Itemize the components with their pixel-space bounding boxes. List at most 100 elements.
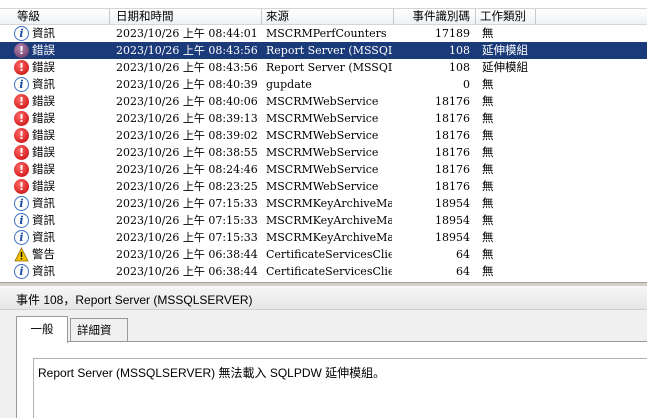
tab-general-content: Report Server (MSSQLSERVER) 無法載入 SQLPDW …: [16, 341, 647, 418]
tab-general[interactable]: 一般: [16, 316, 68, 343]
table-row[interactable]: i 資訊 2023/10/26 上午 07:15:33 MSCRMKeyArchive…: [0, 195, 647, 212]
table-row[interactable]: 警告 2023/10/26 上午 06:38:44 CertificateServi…: [0, 246, 647, 263]
event-source: gupdate: [266, 78, 312, 91]
event-source: MSCRMWebService: [266, 112, 379, 125]
event-source: CertificateServicesClien...: [266, 265, 392, 278]
event-level: 資訊: [32, 26, 55, 40]
event-category: 無: [482, 145, 494, 159]
event-source: MSCRMKeyArchiveMa...: [266, 197, 392, 210]
event-datetime: 2023/10/26 上午 07:15:33: [116, 231, 258, 244]
event-category: 無: [482, 162, 494, 176]
table-row[interactable]: i 資訊 2023/10/26 上午 07:15:33 MSCRMKeyArchive…: [0, 229, 647, 246]
event-category: 無: [482, 230, 494, 244]
info-icon: i: [14, 77, 29, 92]
column-header-bar: 等級 日期和時間 來源 事件識別碼 工作類別: [0, 8, 647, 25]
event-id: 18954: [435, 214, 470, 227]
event-source: MSCRMPerfCounters: [266, 27, 387, 40]
event-datetime: 2023/10/26 上午 08:39:02: [116, 129, 258, 142]
event-source: MSCRMWebService: [266, 95, 379, 108]
event-id: 108: [449, 44, 470, 57]
event-source: MSCRMWebService: [266, 146, 379, 159]
event-datetime: 2023/10/26 上午 07:15:33: [116, 214, 258, 227]
event-category: 無: [482, 247, 494, 261]
event-id: 64: [456, 248, 470, 261]
error-icon: !: [14, 179, 29, 194]
event-level: 錯誤: [32, 60, 55, 74]
event-level: 警告: [32, 247, 55, 261]
table-row[interactable]: i 資訊 2023/10/26 上午 08:44:01 MSCRMPerfCounte…: [0, 25, 647, 42]
event-id: 17189: [435, 27, 470, 40]
table-row[interactable]: i 資訊 2023/10/26 上午 06:38:44 CertificateServ…: [0, 263, 647, 280]
error-icon: !: [14, 60, 29, 75]
event-level: 錯誤: [32, 145, 55, 159]
event-datetime: 2023/10/26 上午 08:39:13: [116, 112, 258, 125]
column-header-level[interactable]: 等級: [0, 9, 110, 24]
event-id: 64: [456, 265, 470, 278]
event-source: Report Server (MSSQL...: [266, 61, 392, 74]
event-datetime: 2023/10/26 上午 08:43:56: [116, 61, 258, 74]
warning-icon: [14, 247, 29, 262]
error-icon: !: [14, 94, 29, 109]
error-icon: !: [14, 162, 29, 177]
event-id: 18176: [435, 180, 470, 193]
event-level: 資訊: [32, 264, 55, 278]
event-level: 錯誤: [32, 162, 55, 176]
info-icon: i: [14, 264, 29, 279]
event-id: 18176: [435, 129, 470, 142]
info-icon: i: [14, 230, 29, 245]
event-level: 錯誤: [32, 111, 55, 125]
table-row[interactable]: i 資訊 2023/10/26 上午 07:15:33 MSCRMKeyArchive…: [0, 212, 647, 229]
event-detail-pane: 事件 108，Report Server (MSSQLSERVER) 一般 詳細…: [0, 286, 647, 418]
event-datetime: 2023/10/26 上午 08:40:06: [116, 95, 258, 108]
info-icon: i: [14, 213, 29, 228]
event-category: 無: [482, 179, 494, 193]
event-category: 無: [482, 128, 494, 142]
event-category: 無: [482, 94, 494, 108]
event-datetime: 2023/10/26 上午 07:15:33: [116, 197, 258, 210]
column-header-event-id[interactable]: 事件識別碼: [394, 9, 476, 24]
event-source: CertificateServicesClien...: [266, 248, 392, 261]
event-datetime: 2023/10/26 上午 06:38:44: [116, 265, 258, 278]
event-id: 18176: [435, 146, 470, 159]
event-category: 無: [482, 26, 494, 40]
table-row[interactable]: ! 錯誤 2023/10/26 上午 08:23:25 MSCRMWebService…: [0, 178, 647, 195]
event-id: 108: [449, 61, 470, 74]
error-icon: !: [14, 145, 29, 160]
table-row[interactable]: ! 錯誤 2023/10/26 上午 08:39:13 MSCRMWebService…: [0, 110, 647, 127]
info-icon: i: [14, 196, 29, 211]
event-level: 資訊: [32, 230, 55, 244]
error-icon: !: [14, 43, 29, 58]
event-level: 資訊: [32, 213, 55, 227]
event-id: 18954: [435, 197, 470, 210]
event-source: Report Server (MSSQL...: [266, 44, 392, 57]
detail-title: 事件 108，Report Server (MSSQLSERVER): [16, 293, 253, 307]
error-icon: !: [14, 111, 29, 126]
event-level: 錯誤: [32, 179, 55, 193]
table-row[interactable]: ! 錯誤 2023/10/26 上午 08:24:46 MSCRMWebService…: [0, 161, 647, 178]
event-level: 錯誤: [32, 43, 55, 57]
event-message-box[interactable]: Report Server (MSSQLSERVER) 無法載入 SQLPDW …: [33, 358, 647, 418]
event-category: 無: [482, 196, 494, 210]
event-datetime: 2023/10/26 上午 06:38:44: [116, 248, 258, 261]
event-source: MSCRMWebService: [266, 180, 379, 193]
column-header-source[interactable]: 來源: [262, 9, 394, 24]
table-row[interactable]: ! 錯誤 2023/10/26 上午 08:43:56 Report Server (…: [0, 42, 647, 59]
tab-details[interactable]: 詳細資料: [70, 318, 128, 359]
table-row[interactable]: ! 錯誤 2023/10/26 上午 08:38:55 MSCRMWebService…: [0, 144, 647, 161]
event-category: 無: [482, 77, 494, 91]
table-row[interactable]: ! 錯誤 2023/10/26 上午 08:40:06 MSCRMWebService…: [0, 93, 647, 110]
event-message: Report Server (MSSQLSERVER) 無法載入 SQLPDW …: [38, 366, 386, 380]
event-datetime: 2023/10/26 上午 08:44:01: [116, 27, 258, 40]
event-list: 等級 日期和時間 來源 事件識別碼 工作類別 i 資訊 2023/10/26 上午 …: [0, 0, 647, 282]
event-category: 無: [482, 111, 494, 125]
event-datetime: 2023/10/26 上午 08:40:39: [116, 78, 258, 91]
event-id: 18176: [435, 95, 470, 108]
column-header-category[interactable]: 工作類別: [476, 9, 536, 24]
column-header-datetime[interactable]: 日期和時間: [110, 9, 262, 24]
error-icon: !: [14, 128, 29, 143]
table-row[interactable]: ! 錯誤 2023/10/26 上午 08:43:56 Report Server (…: [0, 59, 647, 76]
event-datetime: 2023/10/26 上午 08:38:55: [116, 146, 258, 159]
table-row[interactable]: ! 錯誤 2023/10/26 上午 08:39:02 MSCRMWebService…: [0, 127, 647, 144]
table-row[interactable]: i 資訊 2023/10/26 上午 08:40:39 gupdate 0 無: [0, 76, 647, 93]
info-icon: i: [14, 26, 29, 41]
